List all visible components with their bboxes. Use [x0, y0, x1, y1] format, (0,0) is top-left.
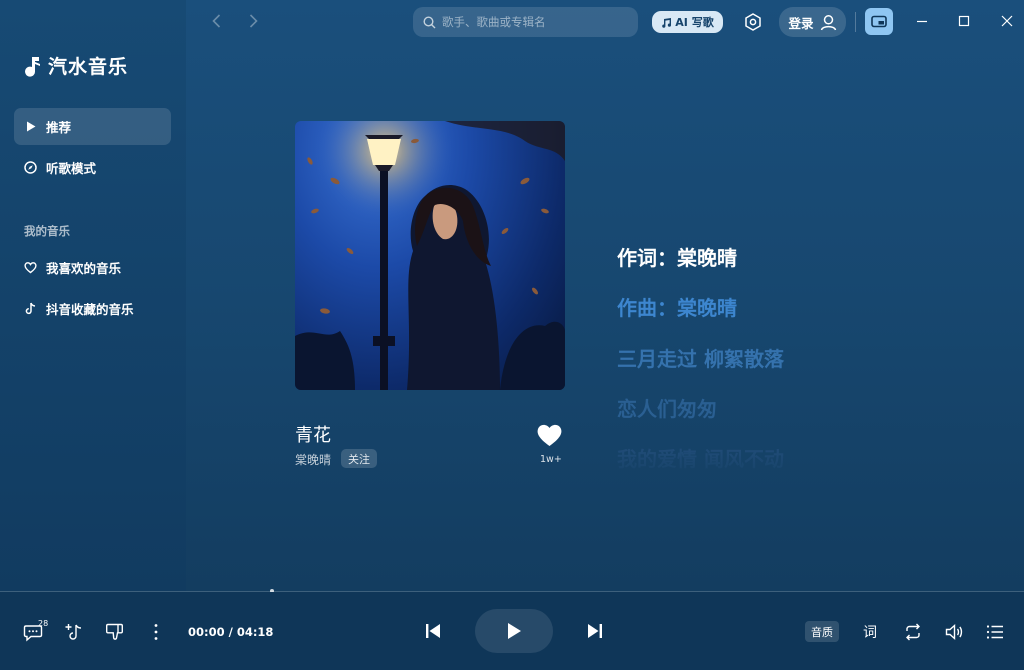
- mini-player-button[interactable]: [865, 8, 893, 35]
- lyric-line[interactable]: 我的爱情 闻风不动: [617, 443, 784, 472]
- sidebar-item-recommend[interactable]: 推荐: [14, 108, 171, 145]
- sidebar-item-label: 我喜欢的音乐: [46, 261, 122, 276]
- user-icon: [820, 14, 836, 30]
- search-icon: [423, 15, 436, 28]
- ai-compose-button[interactable]: AI 写歌: [652, 11, 723, 33]
- volume-icon[interactable]: [944, 622, 964, 642]
- back-arrow-icon[interactable]: [209, 13, 225, 29]
- playlist-queue-icon[interactable]: [985, 622, 1005, 642]
- lyric-line[interactable]: 作词：棠晚晴: [617, 242, 737, 271]
- like-count: 1w+: [540, 454, 562, 465]
- comment-count-badge: 28: [38, 619, 49, 628]
- tiktok-icon: [25, 302, 36, 315]
- app-logo[interactable]: 汽水音乐: [24, 52, 128, 79]
- follow-artist-button[interactable]: 关注: [341, 449, 377, 468]
- playback-time: 00:00 / 04:18: [188, 625, 274, 639]
- sidebar-item-listen-mode[interactable]: 听歌模式: [14, 149, 171, 186]
- compass-icon: [24, 161, 37, 174]
- ai-compose-label: AI 写歌: [675, 16, 714, 29]
- next-track-icon[interactable]: [585, 621, 605, 641]
- lyrics-toggle-button[interactable]: 词: [863, 622, 877, 642]
- lyric-line[interactable]: 作曲：棠晚晴: [617, 292, 737, 321]
- sidebar-item-label: 抖音收藏的音乐: [46, 302, 134, 317]
- login-button[interactable]: 登录: [779, 7, 846, 37]
- like-heart-icon[interactable]: [536, 423, 563, 447]
- music-note-icon: [662, 17, 672, 28]
- minimize-icon[interactable]: [915, 14, 929, 28]
- repeat-icon[interactable]: [903, 622, 923, 642]
- music-note-logo-icon: [25, 56, 40, 77]
- song-artist[interactable]: 棠晚晴: [295, 451, 331, 468]
- more-vertical-icon[interactable]: [146, 622, 166, 642]
- play-button[interactable]: [475, 609, 553, 653]
- close-icon[interactable]: [1000, 14, 1014, 28]
- album-cover[interactable]: [295, 121, 565, 390]
- sidebar-item-liked-music[interactable]: 我喜欢的音乐: [14, 249, 171, 286]
- album-cover-illustration: [295, 121, 565, 390]
- play-triangle-icon: [27, 121, 36, 132]
- login-label: 登录: [788, 15, 814, 31]
- song-title[interactable]: 青花: [295, 421, 331, 447]
- add-to-playlist-icon[interactable]: [64, 622, 84, 642]
- search-box[interactable]: [413, 7, 638, 37]
- play-icon: [508, 623, 521, 639]
- mini-player-icon: [871, 15, 887, 27]
- previous-track-icon[interactable]: [423, 621, 443, 641]
- toolbar-divider: [855, 12, 856, 32]
- lyric-line[interactable]: 恋人们匆匆: [617, 393, 717, 422]
- dislike-icon[interactable]: [105, 622, 125, 642]
- sidebar-item-label: 推荐: [46, 120, 72, 135]
- heart-outline-icon: [24, 262, 37, 274]
- sidebar: 汽水音乐 推荐 听歌模式 我的音乐 我喜欢的音乐 抖音收藏的音乐: [0, 0, 186, 591]
- sidebar-item-douyin-collection[interactable]: 抖音收藏的音乐: [14, 290, 171, 327]
- audio-quality-button[interactable]: 音质: [805, 621, 839, 642]
- search-input[interactable]: [442, 15, 622, 29]
- app-name: 汽水音乐: [48, 56, 129, 78]
- top-bar: AI 写歌 登录: [186, 0, 1024, 44]
- maximize-icon[interactable]: [957, 14, 971, 28]
- settings-hexagon-icon[interactable]: [743, 12, 763, 32]
- lyric-line[interactable]: 三月走过 柳絮散落: [617, 343, 784, 372]
- forward-arrow-icon[interactable]: [245, 13, 261, 29]
- my-music-section-label: 我的音乐: [24, 224, 70, 238]
- sidebar-item-label: 听歌模式: [46, 161, 97, 176]
